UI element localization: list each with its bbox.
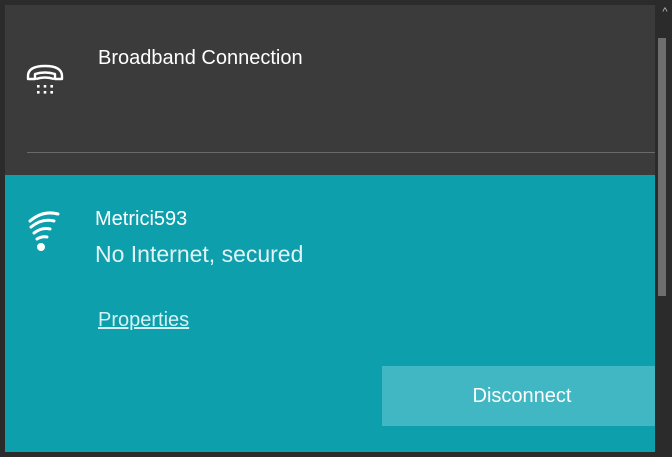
- chevron-up-icon[interactable]: ^: [659, 5, 671, 19]
- network-name: Metrici593: [95, 208, 188, 230]
- properties-link[interactable]: Properties: [98, 309, 189, 332]
- network-flyout: Broadband Connection Metrici593 No Inter…: [5, 5, 655, 452]
- divider: [27, 152, 655, 153]
- disconnect-button[interactable]: Disconnect: [382, 366, 655, 426]
- network-item-metrici593[interactable]: Metrici593 No Internet, secured Properti…: [5, 175, 655, 452]
- wifi-signal-icon: [28, 210, 76, 254]
- scrollbar-thumb[interactable]: [658, 38, 666, 296]
- network-item-broadband[interactable]: Broadband Connection: [5, 5, 655, 175]
- broadband-connection-label: Broadband Connection: [98, 47, 303, 69]
- dialup-phone-icon: [25, 60, 65, 100]
- network-status: No Internet, secured: [95, 241, 304, 267]
- scrollbar[interactable]: ^: [655, 5, 672, 452]
